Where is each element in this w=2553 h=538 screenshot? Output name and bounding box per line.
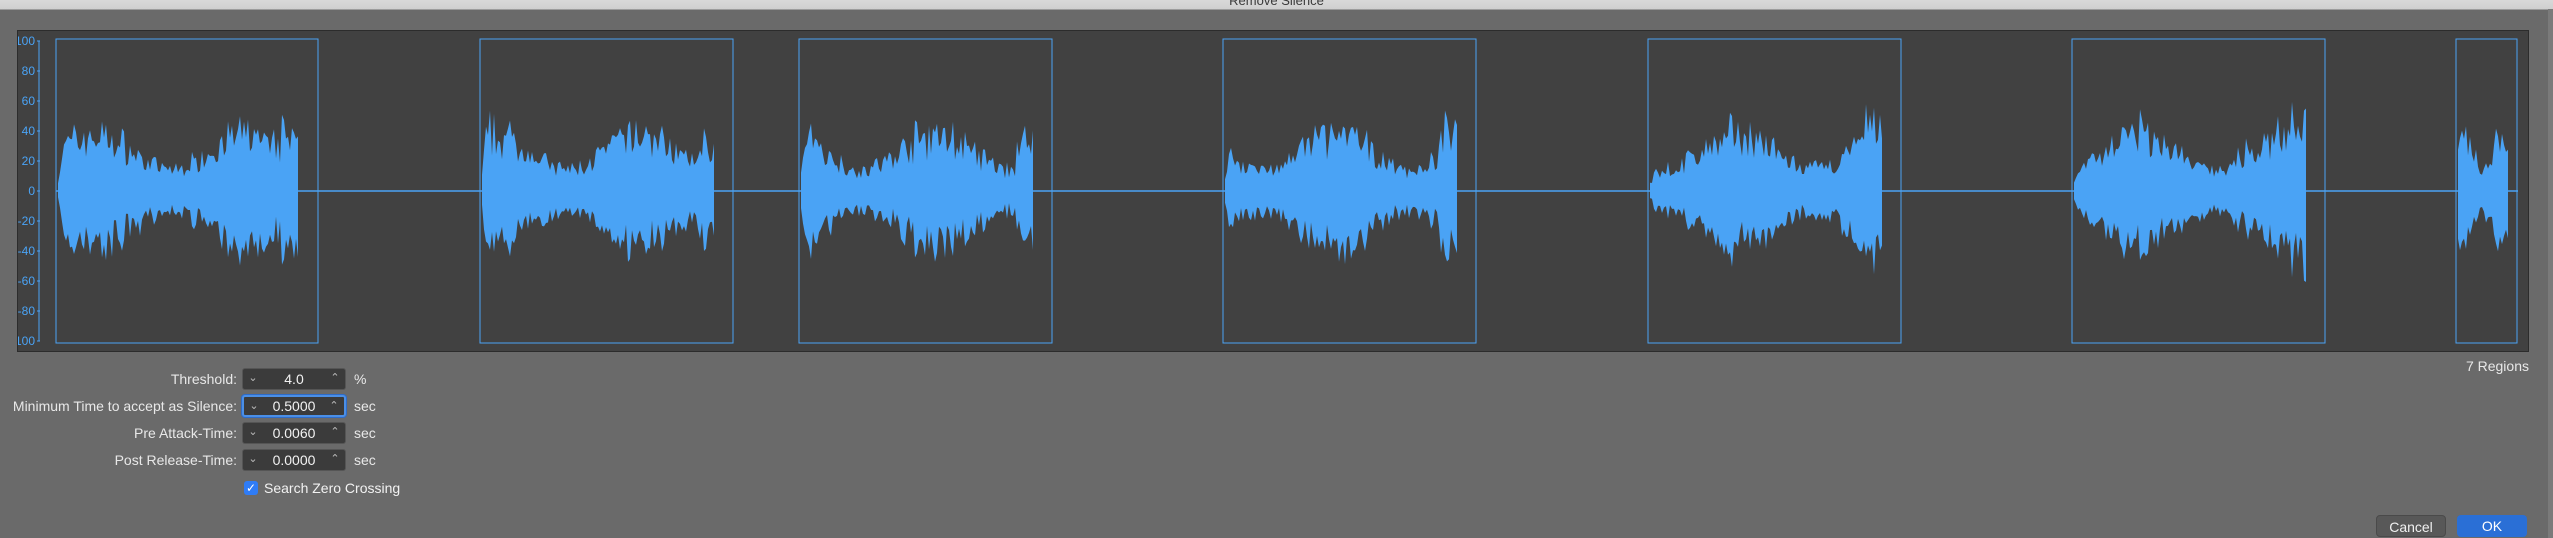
post-release-label: Post Release-Time: [114,452,237,468]
y-axis-tick-label: -80 [18,304,35,318]
y-axis-tick-label: 60 [22,94,36,108]
min-silence-unit: sec [354,398,376,414]
threshold-row: Threshold: ⌄ 4.0 ⌃ % [0,368,600,390]
y-axis-tick-label: 40 [22,124,36,138]
audio-waveform [801,120,1033,262]
search-zero-crossing-label[interactable]: Search Zero Crossing [264,480,400,496]
y-axis-tick-label: -60 [18,274,35,288]
threshold-unit: % [354,371,367,387]
chevron-up-icon[interactable]: ⌃ [328,371,342,384]
search-zero-crossing-checkbox[interactable]: ✓ [244,481,258,495]
y-axis-tick-label: -100 [18,334,35,348]
min-silence-label: Minimum Time to accept as Silence: [12,398,237,414]
audio-waveform [1650,104,1882,275]
min-silence-row: Minimum Time to accept as Silence: ⌄ 0.5… [0,395,600,417]
y-axis-tick-label: 80 [22,64,36,78]
y-axis-tick-label: -20 [18,214,35,228]
chevron-down-icon[interactable]: ⌄ [246,452,260,465]
post-release-stepper[interactable]: ⌄ 0.0000 ⌃ [242,449,346,471]
pre-attack-unit: sec [354,425,376,441]
post-release-row: Post Release-Time: ⌄ 0.0000 ⌃ sec [0,449,600,471]
pre-attack-value[interactable]: 0.0060 [261,425,327,441]
ok-button[interactable]: OK [2457,515,2527,537]
pre-attack-label: Pre Attack-Time: [134,425,237,441]
audio-waveform [482,110,714,262]
min-silence-value[interactable]: 0.5000 [262,398,326,414]
region-count-label: 7 Regions [2465,358,2529,374]
chevron-down-icon[interactable]: ⌄ [247,399,261,412]
window-title: Remove Silence [1229,0,1324,8]
cancel-button[interactable]: Cancel [2376,515,2446,537]
waveform-canvas[interactable]: 100 80 60 40 20 0 -20 -40 -60 -80 -100 [18,31,2528,351]
pre-attack-row: Pre Attack-Time: ⌄ 0.0060 ⌃ sec [0,422,600,444]
window-edge [2548,9,2553,538]
audio-waveform [2074,101,2306,283]
min-silence-stepper[interactable]: ⌄ 0.5000 ⌃ [242,395,346,417]
threshold-stepper[interactable]: ⌄ 4.0 ⌃ [242,368,346,390]
y-axis-tick-label: 0 [28,184,35,198]
chevron-up-icon[interactable]: ⌃ [328,452,342,465]
pre-attack-stepper[interactable]: ⌄ 0.0060 ⌃ [242,422,346,444]
y-axis-tick-label: 20 [22,154,36,168]
y-axis-tick-label: 100 [18,34,35,48]
title-bar: Remove Silence [0,0,2553,10]
threshold-label: Threshold: [170,371,237,387]
chevron-up-icon[interactable]: ⌃ [328,425,342,438]
chevron-up-icon[interactable]: ⌃ [327,399,341,412]
post-release-unit: sec [354,452,376,468]
post-release-value[interactable]: 0.0000 [261,452,327,468]
audio-waveform [1225,110,1457,265]
waveform-display[interactable]: 100 80 60 40 20 0 -20 -40 -60 -80 -100 [17,30,2529,352]
y-axis-tick-label: -40 [18,244,35,258]
chevron-down-icon[interactable]: ⌄ [246,425,260,438]
audio-waveform [2458,126,2508,252]
chevron-down-icon[interactable]: ⌄ [246,371,260,384]
threshold-value[interactable]: 4.0 [261,371,327,387]
checkmark-icon: ✓ [245,481,257,495]
audio-waveform [58,114,298,266]
